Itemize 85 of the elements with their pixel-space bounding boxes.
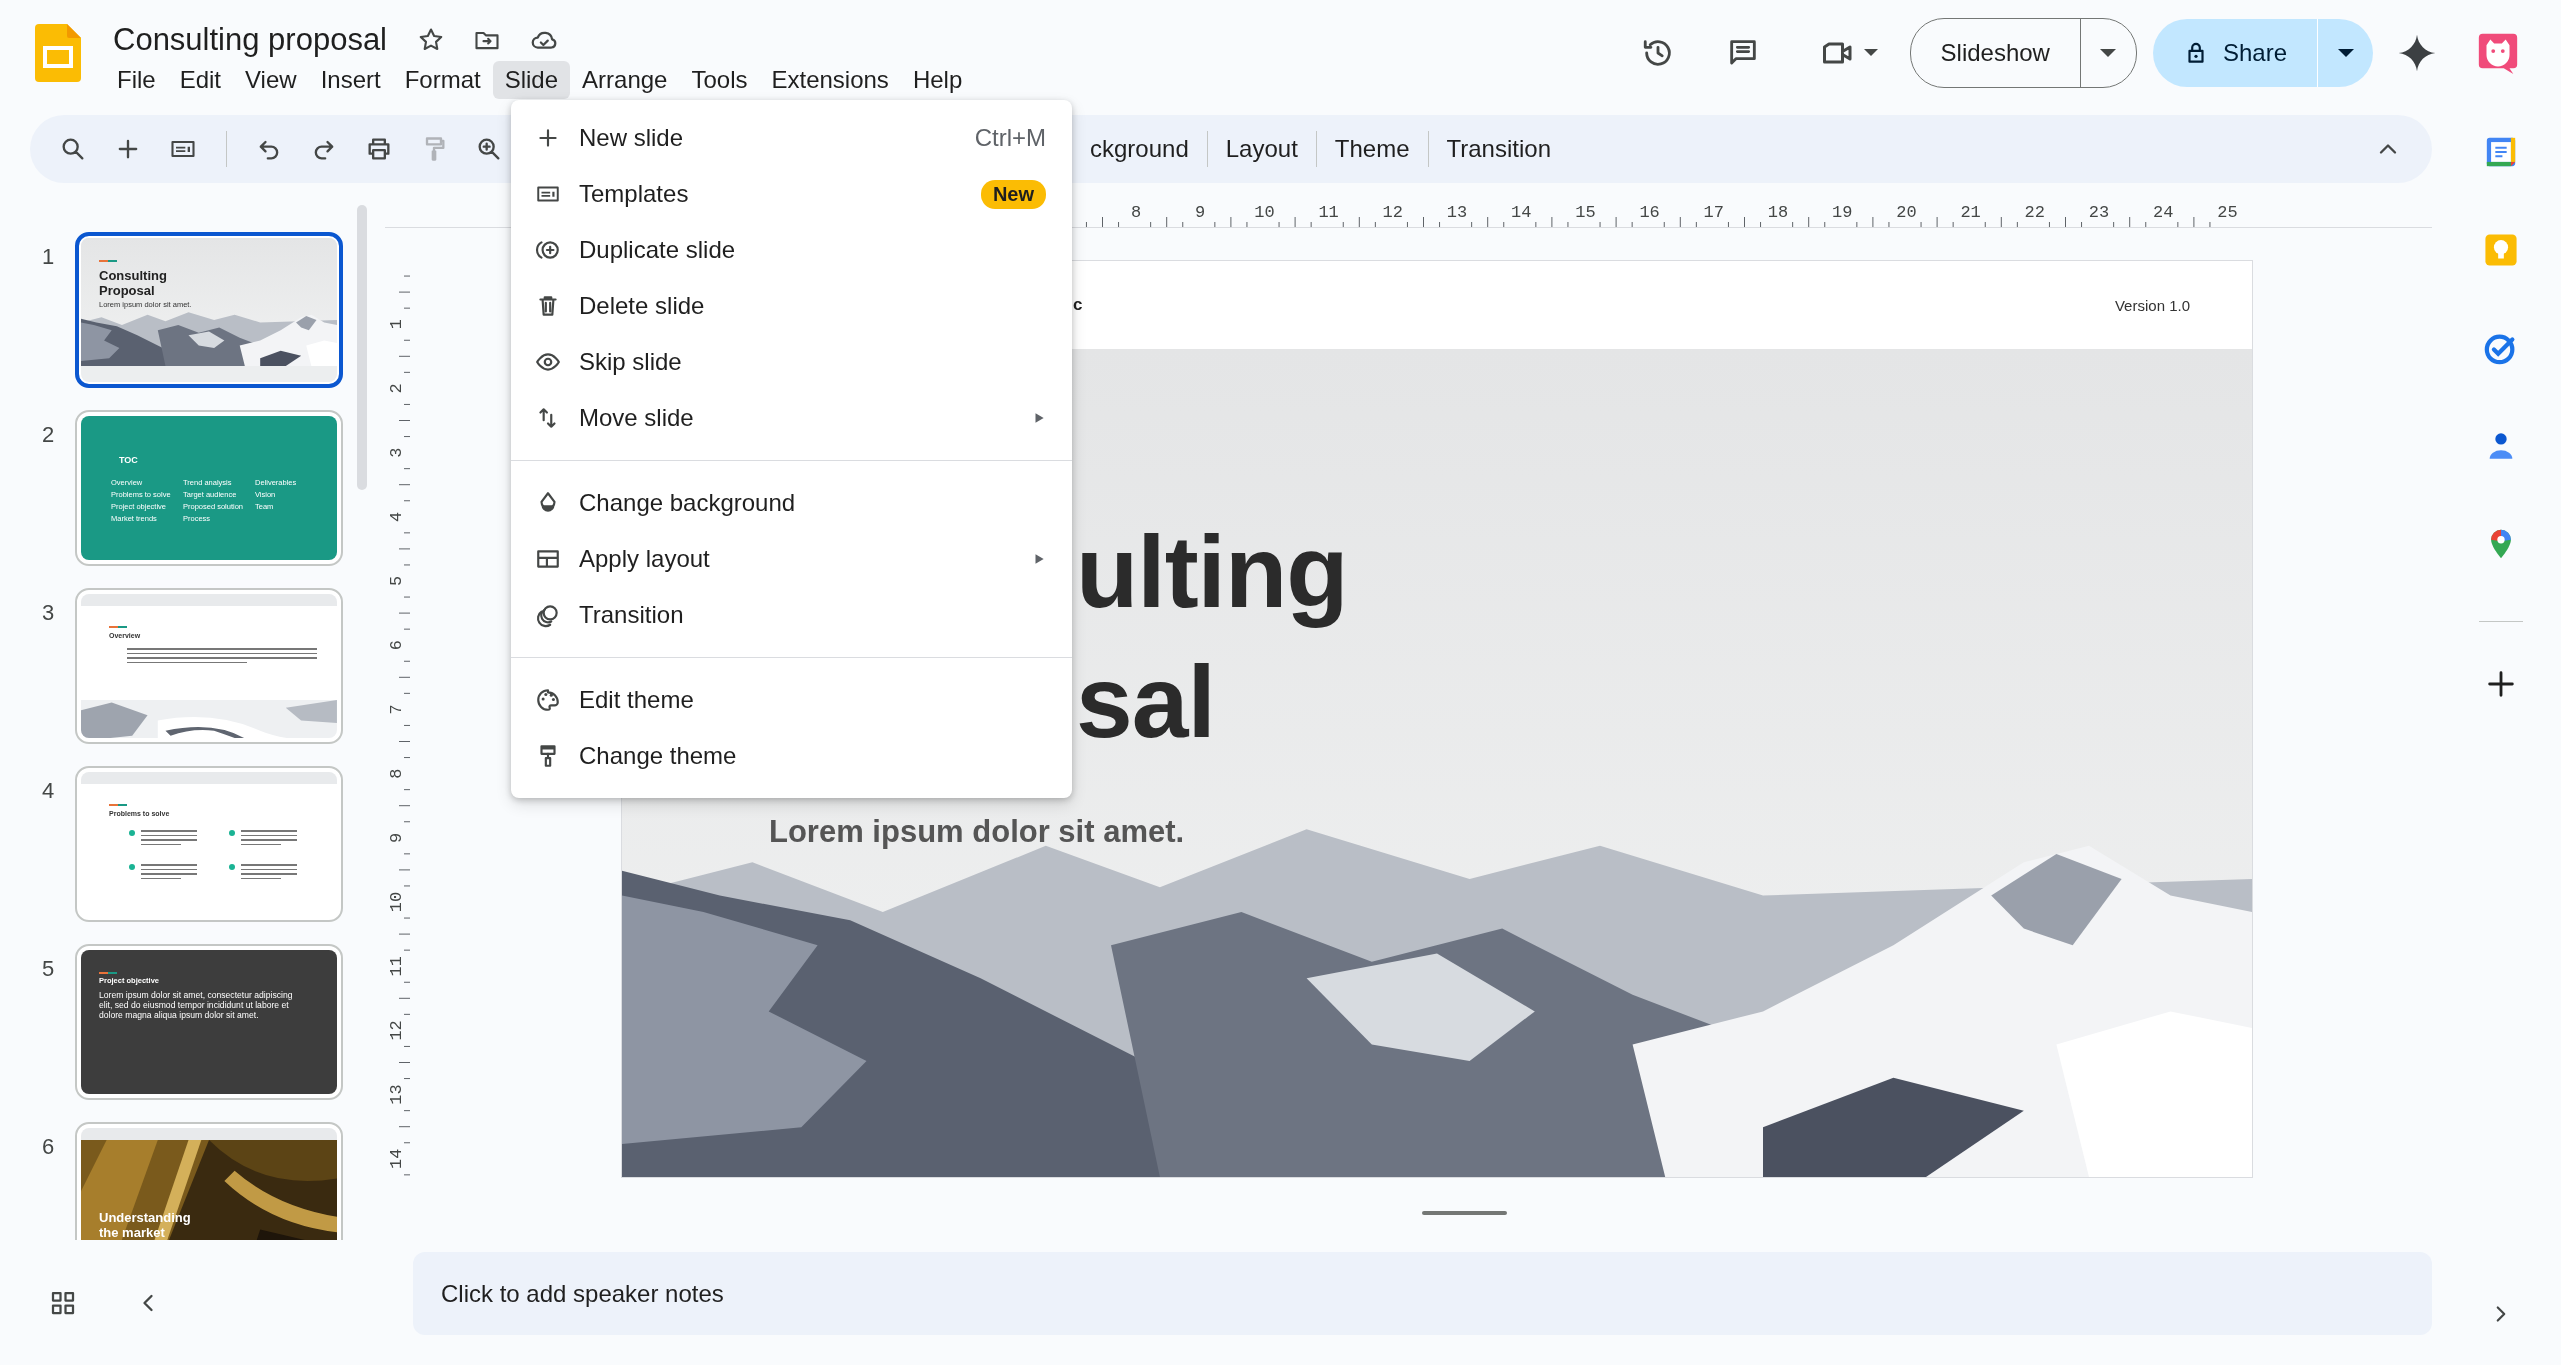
caret-icon <box>2100 48 2117 57</box>
ruler-number: 3 <box>387 447 407 458</box>
ruler-number: 11 <box>1318 203 1339 222</box>
thumbnail-title: TOC <box>119 455 138 465</box>
resize-handle[interactable] <box>1422 1211 1507 1215</box>
toolbar-text-button[interactable]: Layout <box>1213 127 1310 171</box>
ruler-number: 2 <box>387 383 407 394</box>
menu-bar-item[interactable]: Slide <box>492 60 571 99</box>
ruler-number: 6 <box>387 640 407 651</box>
ruler-number: 8 <box>387 768 407 779</box>
ruler-number: 7 <box>387 704 407 715</box>
ruler-number: 23 <box>2088 203 2110 222</box>
slide-number: 2 <box>41 421 56 448</box>
ruler-number: 14 <box>1511 203 1532 222</box>
thumbnail-title: Understanding <box>99 1210 191 1225</box>
thumbnail-title: Proposal <box>99 283 156 298</box>
slide-title: ulting <box>1076 514 1348 631</box>
new-badge: New <box>980 179 1046 209</box>
ruler-number: 10 <box>1254 203 1275 222</box>
slide-number: 5 <box>41 955 56 982</box>
ruler-number: 5 <box>387 575 407 587</box>
ruler-number: 10 <box>387 891 407 913</box>
ruler-number: 9 <box>1195 203 1206 222</box>
palette-icon <box>535 687 561 713</box>
slide-thumbnail[interactable]: Understanding the market <box>75 1122 343 1240</box>
slide-number: 1 <box>41 243 56 270</box>
menu-bar-item[interactable]: Help <box>900 60 975 99</box>
caret-icon <box>1863 49 1878 56</box>
paragraph-lines <box>141 830 197 845</box>
bullet-dot <box>129 864 135 870</box>
document-title[interactable]: Consulting proposal <box>113 21 387 58</box>
paragraph-lines <box>241 830 297 845</box>
slide-subtitle: Lorem ipsum dolor sit amet. <box>769 814 1185 850</box>
thumbnail-text: Lorem ipsum dolor sit amet, consectetur adipiscing elit, sed do eiusmod tempor incididunt ut labore et dolore magna aliqua ipsum dolor sit amet. <box>99 990 294 1020</box>
ruler-number: 14 <box>387 1148 407 1169</box>
menu-bar-item[interactable]: Extensions <box>759 60 901 99</box>
bullet-dot <box>229 864 235 870</box>
toolbar-text-button[interactable]: ckground <box>1078 127 1201 171</box>
menu-bar-item[interactable]: File <box>105 60 168 99</box>
ruler-number: 9 <box>387 832 407 843</box>
speaker-notes-field[interactable]: Click to add speaker notes <box>413 1252 2432 1335</box>
menu-bar-item[interactable]: Tools <box>679 60 760 99</box>
menu-bar-item[interactable]: Edit <box>167 60 234 99</box>
slide-number: 3 <box>41 599 56 626</box>
thumbnail-title: Consulting <box>99 268 167 283</box>
slide-number: 6 <box>41 1133 56 1160</box>
menu-bar-item[interactable]: Insert <box>308 60 393 99</box>
ruler-number: 18 <box>1767 203 1789 222</box>
slide-header-text: c <box>1073 295 1083 315</box>
caret-icon <box>2337 48 2354 57</box>
slide-title: sal <box>1076 644 1215 761</box>
ruler-number: 22 <box>2024 203 2045 222</box>
ruler-number: 15 <box>1575 203 1596 222</box>
ruler-number: 8 <box>1130 203 1142 222</box>
ruler-number: 16 <box>1639 203 1660 222</box>
ruler-number: 24 <box>2153 203 2174 222</box>
version-label: Version 1.0 <box>2114 296 2190 314</box>
ruler-number: 13 <box>1446 203 1468 222</box>
menu-bar-item[interactable]: Format <box>392 60 493 99</box>
toolbar-text-button[interactable]: Transition <box>1434 127 1563 171</box>
ruler-number: 4 <box>387 511 407 522</box>
scrollbar[interactable] <box>357 205 367 490</box>
slide-number: 4 <box>41 777 56 804</box>
toolbar-text-button[interactable]: Theme <box>1322 127 1422 171</box>
menu-bar-item[interactable]: View <box>233 60 309 99</box>
thumbnail-title: the market <box>99 1225 166 1240</box>
ruler-number: 12 <box>1382 203 1403 222</box>
ruler-number: 17 <box>1703 203 1724 222</box>
ruler-number: 19 <box>1832 203 1853 222</box>
paragraph-lines <box>241 864 297 879</box>
ruler-number: 21 <box>1960 203 1981 222</box>
bullet-dot <box>229 830 235 836</box>
ruler-number: 11 <box>387 956 407 977</box>
paragraph-lines <box>141 864 197 879</box>
ruler-number: 20 <box>1896 203 1917 222</box>
ruler-number: 13 <box>387 1084 407 1105</box>
ruler-number: 25 <box>2217 203 2238 222</box>
transition-icon <box>535 602 561 628</box>
menu-item[interactable]: Templates New <box>511 166 1072 222</box>
ruler-number: 1 <box>387 319 407 330</box>
menu-bar-item[interactable]: Arrange <box>570 60 680 99</box>
bullet-dot <box>129 830 135 836</box>
shortcut-label: Ctrl+M <box>974 124 1046 152</box>
ruler-number: 12 <box>387 1020 407 1041</box>
menu-item[interactable]: New slide Ctrl+M <box>511 110 1072 166</box>
